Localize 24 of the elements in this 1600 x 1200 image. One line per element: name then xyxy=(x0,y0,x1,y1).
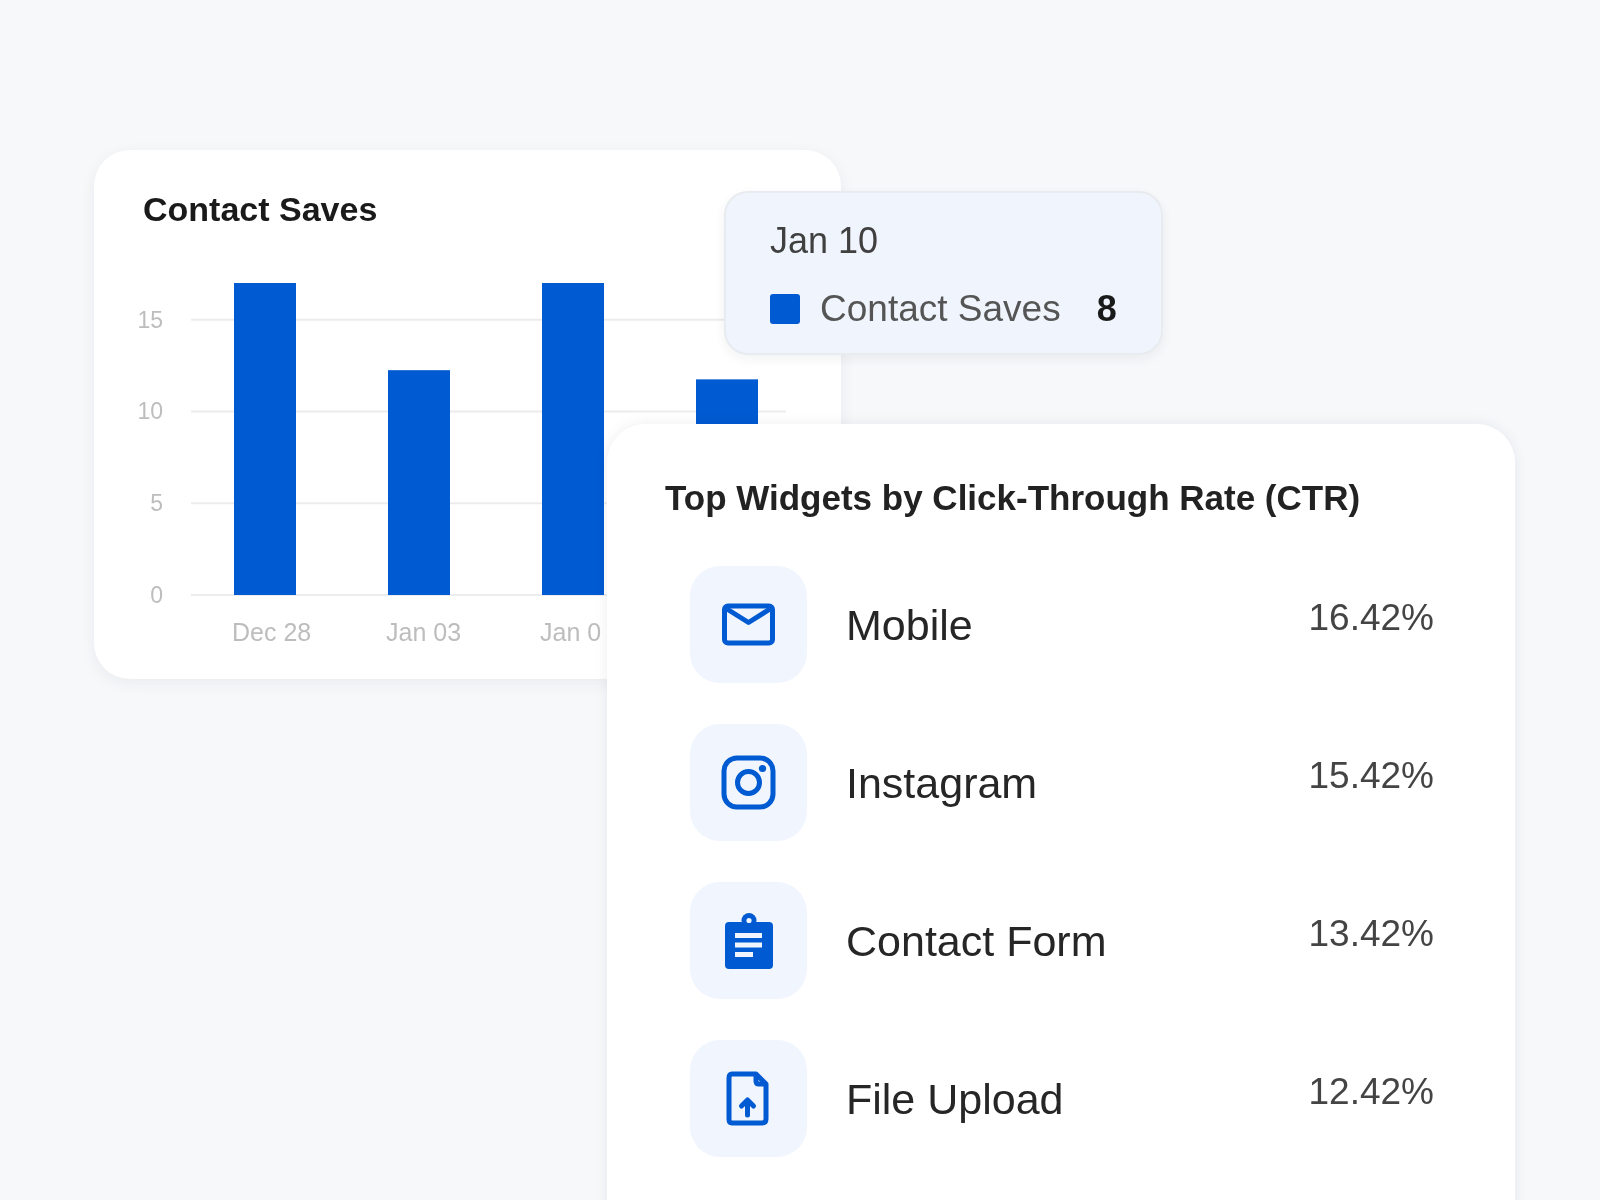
tooltip-date: Jan 10 xyxy=(770,219,879,263)
ctr-value: 12.42% xyxy=(1308,1070,1434,1114)
camera-icon xyxy=(690,724,807,841)
file-arrow-up-icon xyxy=(690,1040,807,1157)
clipboard-icon xyxy=(690,882,807,999)
y-axis-label: 15 xyxy=(137,306,163,333)
widget-name: Mobile xyxy=(846,599,973,651)
series-name: Contact Saves xyxy=(820,287,1061,331)
widget-name: File Upload xyxy=(846,1073,1064,1125)
y-axis-label: 5 xyxy=(150,490,163,517)
ctr-value: 15.42% xyxy=(1308,754,1434,798)
widget-name: Instagram xyxy=(846,757,1038,809)
widget-name: Contact Form xyxy=(846,915,1107,967)
chart-title: Contact Saves xyxy=(143,189,378,230)
y-axis-label: 10 xyxy=(137,398,163,425)
x-axis-label: Dec 28 xyxy=(232,618,312,646)
ctr-value: 16.42% xyxy=(1308,596,1434,640)
envelope-icon xyxy=(690,566,807,683)
panel-title: Top Widgets by Click-Through Rate (CTR) xyxy=(665,479,1361,517)
x-axis-label: Jan 0 xyxy=(540,618,602,646)
y-axis-label: 0 xyxy=(150,582,163,608)
ctr-value: 13.42% xyxy=(1308,912,1434,956)
series-value: 8 xyxy=(1096,287,1117,331)
x-axis-label: Jan 03 xyxy=(386,618,462,646)
